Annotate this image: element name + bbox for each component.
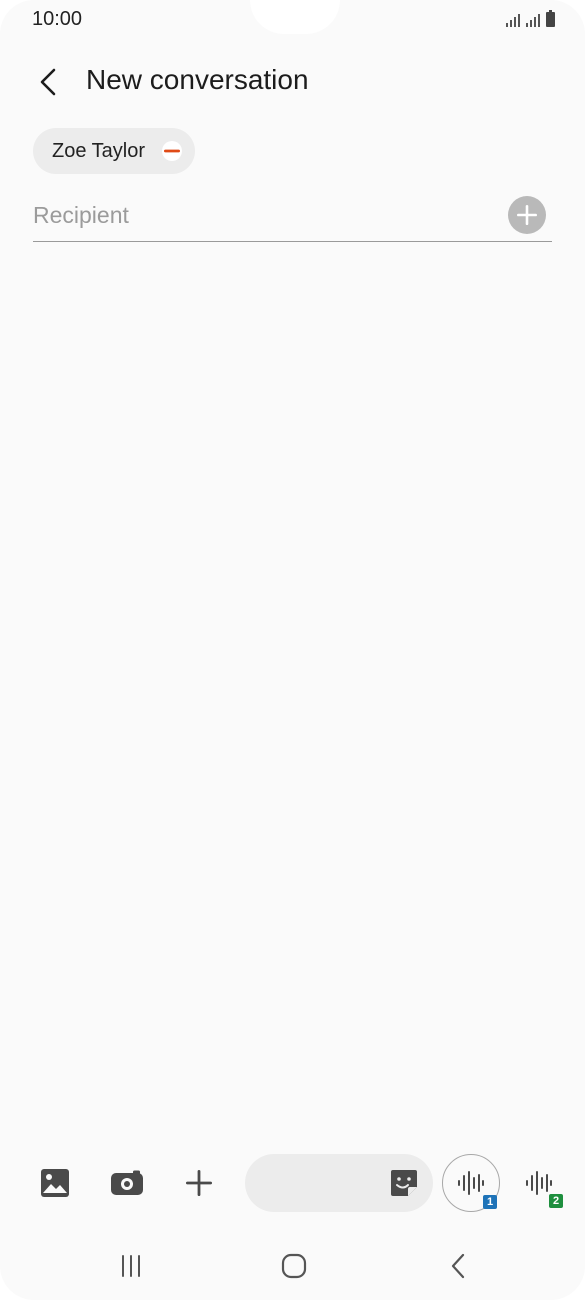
voice-waveform-icon (526, 1171, 552, 1195)
signal-icon (506, 11, 520, 27)
status-bar: 10:00 (0, 0, 585, 38)
sticker-icon[interactable] (389, 1168, 419, 1198)
phone-screen: 10:00 New conversation Zoe Taylor Recipi… (0, 0, 585, 1300)
plus-icon (186, 1170, 212, 1196)
voice-message-sim1-button[interactable]: 1 (442, 1154, 500, 1212)
back-button[interactable] (26, 60, 70, 104)
battery-icon (546, 10, 555, 27)
gallery-button[interactable] (35, 1163, 75, 1203)
back-arrow-icon (40, 68, 56, 96)
camera-icon (111, 1170, 143, 1195)
attach-button[interactable] (179, 1163, 219, 1203)
camera-button[interactable] (107, 1163, 147, 1203)
plus-circle-icon (517, 205, 537, 225)
nav-back-button[interactable] (438, 1248, 478, 1284)
sim1-badge: 1 (483, 1195, 497, 1209)
status-time: 10:00 (32, 8, 83, 30)
status-icons (506, 9, 555, 27)
home-button[interactable] (274, 1248, 314, 1284)
recipient-row (33, 194, 552, 242)
recipient-chip-label: Zoe Taylor (52, 139, 146, 162)
signal-icon (526, 11, 540, 27)
message-field[interactable] (245, 1154, 433, 1212)
home-icon (281, 1253, 307, 1279)
sim2-badge: 2 (549, 1194, 563, 1208)
recipient-input[interactable] (33, 194, 493, 236)
minus-circle-icon (162, 141, 183, 161)
message-input[interactable] (263, 1154, 383, 1212)
compose-bar: 1 2 (0, 1150, 585, 1216)
back-chevron-icon (451, 1253, 465, 1279)
page-title: New conversation (86, 64, 309, 95)
voice-waveform-icon (458, 1171, 484, 1195)
gallery-icon (41, 1169, 69, 1197)
navigation-bar (0, 1236, 585, 1296)
add-recipient-button[interactable] (508, 196, 546, 234)
app-bar: New conversation (0, 50, 585, 112)
recent-apps-button[interactable] (111, 1248, 151, 1284)
remove-recipient-button[interactable] (161, 140, 183, 162)
voice-message-sim2-button[interactable]: 2 (510, 1154, 568, 1212)
recent-apps-icon (122, 1255, 140, 1277)
recipient-chip[interactable]: Zoe Taylor (33, 128, 196, 174)
